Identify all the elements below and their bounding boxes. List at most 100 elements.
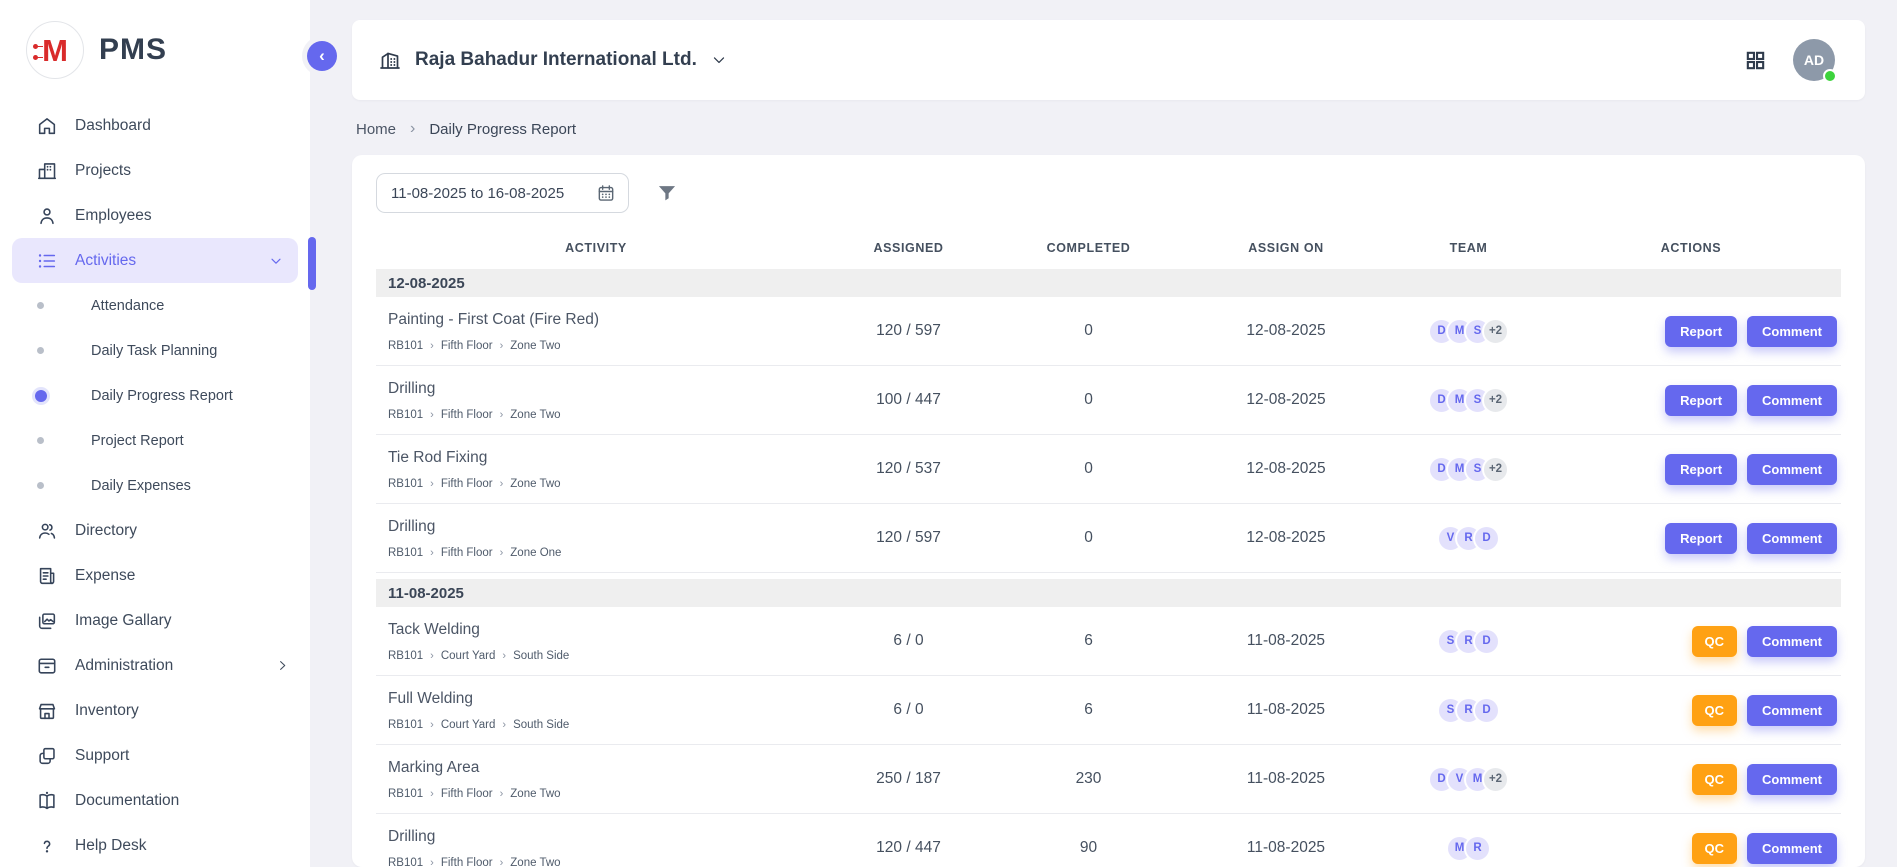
sidebar-item-help-desk[interactable]: Help Desk — [0, 823, 310, 867]
sidebar-subitem-label: Daily Task Planning — [91, 343, 217, 359]
image-icon — [36, 610, 58, 632]
completed-value: 0 — [1001, 460, 1176, 478]
sidebar-item-administration[interactable]: Administration — [0, 643, 310, 688]
sidebar-item-inventory[interactable]: Inventory — [0, 688, 310, 733]
comment-button[interactable]: Comment — [1747, 523, 1837, 554]
company-selector[interactable]: Raja Bahadur International Ltd. — [378, 48, 728, 72]
breadcrumb-home[interactable]: Home — [356, 121, 396, 138]
user-avatar[interactable]: AD — [1793, 39, 1835, 81]
sidebar-item-directory[interactable]: Directory — [0, 508, 310, 553]
breadcrumb: Home › Daily Progress Report — [356, 120, 1865, 138]
assign-on-value: 12-08-2025 — [1176, 322, 1396, 340]
sidebar-subitem-label: Project Report — [91, 433, 184, 449]
sidebar-nav: Dashboard Projects Employees Activities … — [0, 100, 310, 867]
chevron-right-icon: › — [500, 478, 504, 490]
table-row: Tack Welding RB101›Court Yard›South Side… — [376, 607, 1841, 676]
chevron-down-icon — [710, 51, 728, 69]
assigned-value: 100 / 447 — [816, 391, 1001, 409]
topbar-right: AD — [1744, 39, 1835, 81]
sidebar-item-support[interactable]: Support — [0, 733, 310, 778]
activity-cell: Marking Area RB101›Fifth Floor›Zone Two — [376, 759, 816, 800]
sidebar-item-expense[interactable]: Expense — [0, 553, 310, 598]
column-header-completed: Completed — [1001, 241, 1176, 255]
comment-button[interactable]: Comment — [1747, 454, 1837, 485]
sidebar-collapse-button[interactable]: ‹ — [307, 41, 337, 71]
sidebar-subitem-daily-progress-report[interactable]: Daily Progress Report — [0, 373, 310, 418]
report-button[interactable]: Report — [1665, 454, 1737, 485]
qc-button[interactable]: QC — [1692, 695, 1738, 726]
activity-title: Tack Welding — [388, 621, 816, 639]
completed-value: 0 — [1001, 391, 1176, 409]
comment-button[interactable]: Comment — [1747, 764, 1837, 795]
sidebar-item-dashboard[interactable]: Dashboard — [0, 103, 310, 148]
completed-value: 230 — [1001, 770, 1176, 788]
assign-on-value: 11-08-2025 — [1176, 839, 1396, 857]
activity-path: RB101›Fifth Floor›Zone Two — [388, 857, 816, 867]
activity-cell: Tie Rod Fixing RB101›Fifth Floor›Zone Tw… — [376, 449, 816, 490]
location-segment: Fifth Floor — [441, 478, 493, 490]
comment-button[interactable]: Comment — [1747, 316, 1837, 347]
qc-button[interactable]: QC — [1692, 764, 1738, 795]
date-range-input[interactable]: 11-08-2025 to 16-08-2025 — [376, 173, 629, 213]
qc-button[interactable]: QC — [1692, 833, 1738, 864]
sidebar-subitem-daily-task-planning[interactable]: Daily Task Planning — [0, 328, 310, 373]
sidebar-subitem-daily-expenses[interactable]: Daily Expenses — [0, 463, 310, 508]
assigned-value: 120 / 597 — [816, 529, 1001, 547]
sidebar-item-label: Projects — [75, 162, 131, 180]
comment-button[interactable]: Comment — [1747, 385, 1837, 416]
report-button[interactable]: Report — [1665, 523, 1737, 554]
group-date: 12-08-2025 — [388, 275, 465, 292]
activity-path: RB101›Court Yard›South Side — [388, 719, 816, 731]
qc-button[interactable]: QC — [1692, 626, 1738, 657]
archive-icon — [36, 655, 58, 677]
activity-title: Drilling — [388, 518, 816, 536]
chevron-right-icon: › — [430, 719, 434, 731]
location-segment: Zone Two — [510, 409, 560, 421]
team-member-avatar: D — [1473, 525, 1500, 552]
location-segment: Fifth Floor — [441, 409, 493, 421]
apps-grid-icon[interactable] — [1744, 49, 1767, 72]
team-avatars: SRD — [1396, 628, 1541, 655]
activity-title: Drilling — [388, 380, 816, 398]
row-actions: Report Comment — [1541, 523, 1841, 554]
bullet-dot-icon — [37, 302, 44, 309]
assigned-value: 6 / 0 — [816, 632, 1001, 650]
row-actions: QC Comment — [1541, 695, 1841, 726]
chevron-right-icon: › — [410, 120, 415, 138]
sidebar-subitem-project-report[interactable]: Project Report — [0, 418, 310, 463]
report-button[interactable]: Report — [1665, 385, 1737, 416]
team-avatars: DMS+2 — [1396, 387, 1541, 414]
company-name: Raja Bahadur International Ltd. — [415, 49, 697, 71]
team-avatars: DVM+2 — [1396, 766, 1541, 793]
sidebar-item-employees[interactable]: Employees — [0, 193, 310, 238]
filter-icon[interactable] — [656, 182, 678, 204]
sidebar-item-label: Expense — [75, 567, 135, 585]
sidebar-item-activities[interactable]: Activities — [12, 238, 298, 283]
activity-cell: Drilling RB101›Fifth Floor›Zone One — [376, 518, 816, 559]
breadcrumb-current: Daily Progress Report — [429, 121, 576, 138]
comment-button[interactable]: Comment — [1747, 626, 1837, 657]
sidebar-item-projects[interactable]: Projects — [0, 148, 310, 193]
location-segment: Court Yard — [441, 719, 496, 731]
app-root: M PMS Dashboard Projects Employees Activ… — [0, 0, 1897, 867]
sidebar-item-label: Documentation — [75, 792, 179, 810]
sidebar-item-label: Image Gallary — [75, 612, 171, 630]
team-member-avatar: R — [1464, 835, 1491, 862]
row-actions: QC Comment — [1541, 626, 1841, 657]
sidebar-item-image-gallary[interactable]: Image Gallary — [0, 598, 310, 643]
chevron-left-icon: ‹ — [319, 47, 325, 64]
activity-title: Tie Rod Fixing — [388, 449, 816, 467]
sidebar-subitem-label: Daily Progress Report — [91, 388, 233, 404]
sidebar-subitem-attendance[interactable]: Attendance — [0, 283, 310, 328]
table-row: Marking Area RB101›Fifth Floor›Zone Two … — [376, 745, 1841, 814]
checklist-icon — [36, 250, 58, 272]
sidebar-item-documentation[interactable]: Documentation — [0, 778, 310, 823]
location-segment: RB101 — [388, 719, 423, 731]
report-button[interactable]: Report — [1665, 316, 1737, 347]
buildings-icon — [36, 160, 58, 182]
chevron-right-icon — [275, 658, 290, 673]
main-content: Raja Bahadur International Ltd. AD Home … — [310, 0, 1897, 867]
assign-on-value: 11-08-2025 — [1176, 770, 1396, 788]
comment-button[interactable]: Comment — [1747, 695, 1837, 726]
comment-button[interactable]: Comment — [1747, 833, 1837, 864]
